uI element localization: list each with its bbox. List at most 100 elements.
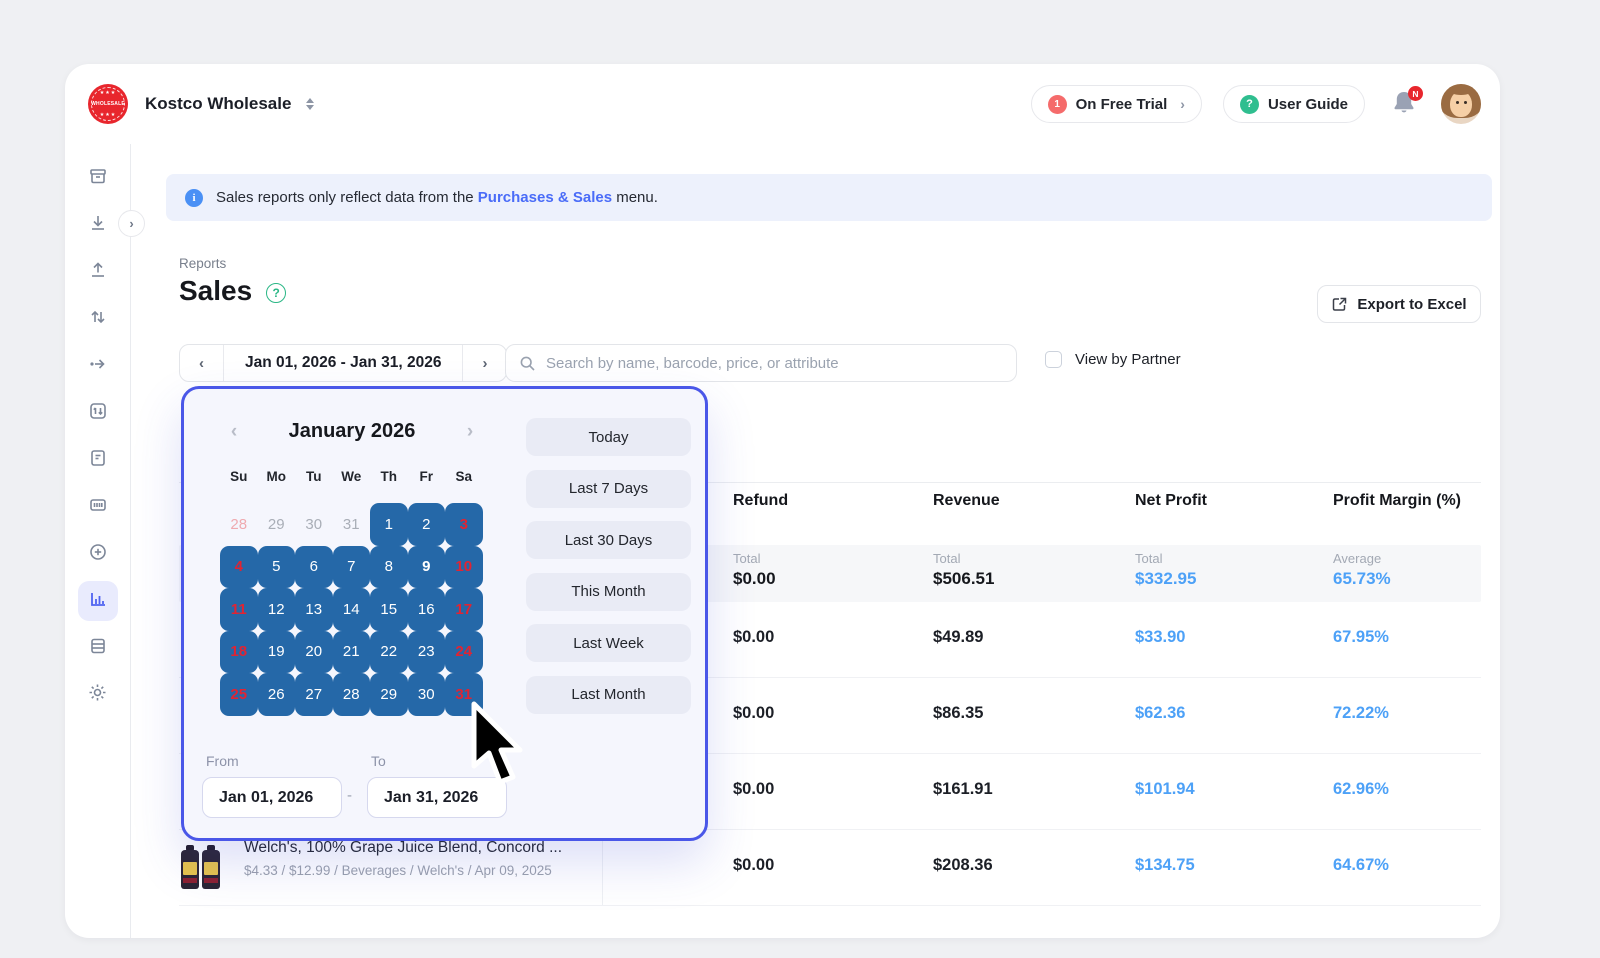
quick-range-last-7-days[interactable]: Last 7 Days: [526, 470, 691, 508]
calendar-day-7[interactable]: 7: [333, 546, 371, 589]
calendar-day-16[interactable]: 16: [408, 588, 446, 631]
company-switcher-icon[interactable]: [306, 98, 314, 110]
calendar-day-12[interactable]: 12: [258, 588, 296, 631]
mouse-cursor: [468, 700, 532, 797]
calendar-day-26[interactable]: 26: [258, 673, 296, 716]
sidebar-item-database[interactable]: [78, 628, 118, 668]
cell-value: $0.00: [733, 780, 774, 799]
date-range-label[interactable]: Jan 01, 2026 - Jan 31, 2026: [224, 345, 462, 381]
page-title: Sales: [179, 275, 252, 307]
breadcrumb: Reports: [179, 256, 226, 271]
search-input[interactable]: [546, 355, 1003, 372]
transfer-icon: [88, 307, 108, 332]
banner-text: Sales reports only reflect data from the…: [216, 189, 658, 206]
quick-range-last-month[interactable]: Last Month: [526, 676, 691, 714]
bar-chart-icon: [88, 589, 108, 614]
box-icon: [88, 166, 108, 191]
chevron-right-icon: ›: [1180, 96, 1185, 112]
total-label: Total: [933, 551, 960, 566]
calendar-day-28[interactable]: 28: [220, 503, 258, 546]
top-header: ★★★ WHOLESALE ★★★ Kostco Wholesale 1 On …: [65, 64, 1500, 144]
next-range-button[interactable]: ›: [462, 345, 506, 381]
calendar-day-31[interactable]: 31: [333, 503, 371, 546]
quick-range-today[interactable]: Today: [526, 418, 691, 456]
calendar-day-8[interactable]: 8: [370, 546, 408, 589]
calendar-day-28[interactable]: 28: [333, 673, 371, 716]
quick-range-last-30-days[interactable]: Last 30 Days: [526, 521, 691, 559]
help-icon[interactable]: ?: [266, 283, 286, 303]
sidebar-item-upload[interactable]: [78, 252, 118, 292]
calendar-day-29[interactable]: 29: [370, 673, 408, 716]
weekday-label: Tu: [295, 469, 333, 484]
calendar-day-9[interactable]: 9: [408, 546, 446, 589]
free-trial-label: On Free Trial: [1076, 96, 1168, 113]
calendar-day-25[interactable]: 25: [220, 673, 258, 716]
purchases-sales-link[interactable]: Purchases & Sales: [478, 189, 612, 206]
view-by-partner-checkbox[interactable]: [1045, 351, 1062, 368]
user-avatar[interactable]: [1441, 84, 1481, 124]
database-icon: [88, 636, 108, 661]
to-label: To: [371, 753, 386, 769]
calendar-day-29[interactable]: 29: [258, 503, 296, 546]
calendar-day-23[interactable]: 23: [408, 631, 446, 674]
calendar-day-27[interactable]: 27: [295, 673, 333, 716]
sidebar-item-transfer[interactable]: [78, 299, 118, 339]
export-icon: [1331, 296, 1348, 313]
sidebar-item-box[interactable]: [78, 158, 118, 198]
export-to-excel-button[interactable]: Export to Excel: [1317, 285, 1481, 323]
calendar-day-1[interactable]: 1: [370, 503, 408, 546]
calendar-day-15[interactable]: 15: [370, 588, 408, 631]
calendar-day-5[interactable]: 5: [258, 546, 296, 589]
calendar-day-18[interactable]: 18: [220, 631, 258, 674]
quick-ranges: Today Last 7 Days Last 30 Days This Month La…: [526, 418, 691, 714]
user-guide-button[interactable]: ? User Guide: [1223, 85, 1365, 123]
notifications-button[interactable]: N: [1392, 90, 1418, 118]
next-month-button[interactable]: ›: [458, 421, 482, 443]
quick-range-last-week[interactable]: Last Week: [526, 624, 691, 662]
settings-icon: [87, 682, 108, 708]
app-window: ★★★ WHOLESALE ★★★ Kostco Wholesale 1 On …: [65, 64, 1500, 938]
table-row[interactable]: $0.00$208.36$134.7564.67%Welch's, 100% G…: [179, 830, 1481, 906]
calendar-day-11[interactable]: 11: [220, 588, 258, 631]
calendar-day-14[interactable]: 14: [333, 588, 371, 631]
calendar-day-13[interactable]: 13: [295, 588, 333, 631]
sidebar-item-settings[interactable]: [78, 675, 118, 715]
calendar-day-30[interactable]: 30: [408, 673, 446, 716]
calendar-days-grid: 2829303112345678910111213141516171819202…: [220, 503, 483, 716]
question-icon: ?: [1240, 95, 1259, 114]
calendar-day-17[interactable]: 17: [445, 588, 483, 631]
prev-range-button[interactable]: ‹: [180, 345, 224, 381]
add-circle-icon: [88, 542, 108, 567]
free-trial-button[interactable]: 1 On Free Trial ›: [1031, 85, 1202, 123]
weekday-row: SuMoTuWeThFrSa: [220, 469, 483, 484]
product-title[interactable]: Welch's, 100% Grape Juice Blend, Concord…: [244, 839, 562, 857]
calendar-day-3[interactable]: 3: [445, 503, 483, 546]
company-logo[interactable]: ★★★ WHOLESALE ★★★: [88, 84, 128, 124]
column-header: Net Profit: [1135, 492, 1207, 510]
sidebar-expand-button[interactable]: ›: [118, 210, 145, 237]
weekday-label: We: [333, 469, 371, 484]
sidebar-item-arrow-right-dashed[interactable]: [78, 346, 118, 386]
sidebar-item-chart-box[interactable]: [78, 393, 118, 433]
sidebar-item-notes[interactable]: [78, 440, 118, 480]
cell-value: $101.94: [1135, 780, 1195, 799]
calendar-day-21[interactable]: 21: [333, 631, 371, 674]
chart-box-icon: [88, 401, 108, 426]
quick-range-this-month[interactable]: This Month: [526, 573, 691, 611]
calendar-day-6[interactable]: 6: [295, 546, 333, 589]
calendar-day-2[interactable]: 2: [408, 503, 446, 546]
sidebar-item-add-circle[interactable]: [78, 534, 118, 574]
calendar-day-4[interactable]: 4: [220, 546, 258, 589]
sidebar-item-barcode[interactable]: [78, 487, 118, 527]
cell-value: $33.90: [1135, 628, 1185, 647]
logo-stars-top: ★★★: [100, 90, 116, 96]
sidebar-item-bar-chart[interactable]: [78, 581, 118, 621]
calendar-day-22[interactable]: 22: [370, 631, 408, 674]
from-date-input[interactable]: [202, 777, 342, 818]
sidebar-item-download[interactable]: [78, 205, 118, 245]
calendar-day-20[interactable]: 20: [295, 631, 333, 674]
calendar-day-30[interactable]: 30: [295, 503, 333, 546]
calendar-day-10[interactable]: 10: [445, 546, 483, 589]
calendar-day-24[interactable]: 24: [445, 631, 483, 674]
calendar-day-19[interactable]: 19: [258, 631, 296, 674]
